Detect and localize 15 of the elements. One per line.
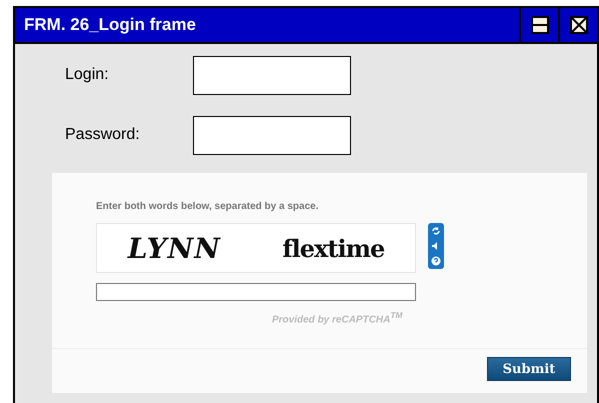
captcha-word: flextime bbox=[282, 234, 384, 262]
refresh-icon[interactable] bbox=[431, 226, 441, 236]
input-field[interactable] bbox=[193, 116, 351, 154]
maximize-icon bbox=[530, 16, 548, 34]
captcha-answer-field[interactable] bbox=[96, 283, 416, 301]
provider-credit: Provided by reCAPTCHA$^{TM}$ bbox=[272, 310, 402, 326]
field-label: Login: bbox=[65, 66, 110, 84]
submit-button[interactable]: Submit bbox=[487, 357, 571, 381]
close-icon bbox=[570, 16, 588, 34]
input-field[interactable] bbox=[193, 56, 351, 94]
captcha-word: LYNN bbox=[128, 232, 221, 264]
help-icon[interactable] bbox=[431, 256, 441, 266]
field-label: Password: bbox=[65, 126, 141, 144]
captcha-instruction: Enter both words below, separated by a space. bbox=[96, 201, 320, 212]
window-title: FRM. 26_Login frame bbox=[23, 14, 197, 36]
